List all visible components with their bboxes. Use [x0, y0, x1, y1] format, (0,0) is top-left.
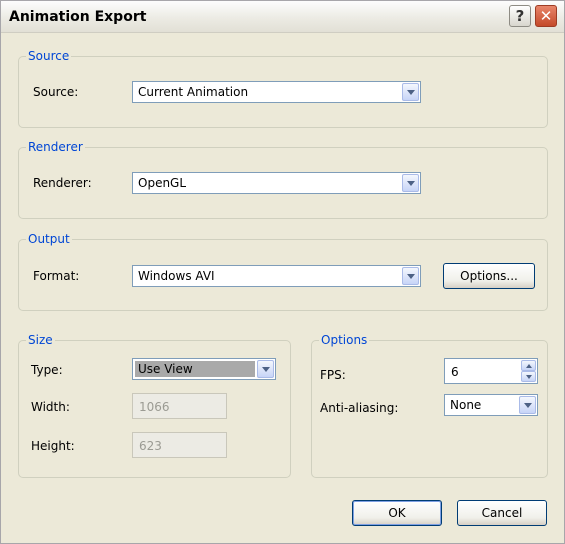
antialias-label: Anti-aliasing: [320, 401, 399, 415]
animation-export-dialog: Animation Export ? ✕ Source Source: Curr… [0, 0, 565, 544]
antialias-dropdown-button[interactable] [519, 396, 536, 414]
fps-spinner[interactable]: 6 [444, 358, 538, 384]
fps-increment-button[interactable] [521, 360, 536, 371]
chevron-down-icon [523, 402, 532, 408]
type-label: Type: [31, 363, 63, 377]
fps-decrement-button[interactable] [521, 371, 536, 382]
renderer-legend: Renderer [26, 140, 85, 154]
type-dropdown-button[interactable] [257, 360, 274, 378]
cancel-button[interactable]: Cancel [457, 500, 547, 526]
arrow-up-icon [525, 363, 532, 368]
size-legend: Size [26, 333, 55, 347]
source-select[interactable]: Current Animation [132, 81, 421, 103]
chevron-down-icon [406, 273, 415, 279]
height-value: 623 [139, 439, 162, 453]
format-select[interactable]: Windows AVI [132, 265, 421, 287]
antialias-select[interactable]: None [444, 394, 538, 416]
type-select[interactable]: Use View [132, 358, 276, 380]
source-label: Source: [33, 85, 79, 99]
question-icon: ? [515, 7, 525, 25]
source-select-value: Current Animation [138, 85, 249, 99]
renderer-select-value: OpenGL [138, 176, 187, 190]
options-legend: Options [319, 333, 370, 347]
renderer-label: Renderer: [33, 176, 92, 190]
source-legend: Source [26, 49, 72, 63]
width-input[interactable]: 1066 [132, 393, 227, 419]
ok-button[interactable]: OK [352, 500, 442, 526]
renderer-select[interactable]: OpenGL [132, 172, 421, 194]
output-options-button[interactable]: Options... [443, 263, 535, 289]
output-legend: Output [26, 232, 72, 246]
chevron-down-icon [406, 89, 415, 95]
chevron-down-icon [406, 180, 415, 186]
width-label: Width: [31, 400, 70, 414]
renderer-dropdown-button[interactable] [402, 174, 419, 192]
chevron-down-icon [261, 366, 270, 372]
width-value: 1066 [139, 400, 170, 414]
arrow-down-icon [525, 374, 532, 379]
height-label: Height: [31, 439, 75, 453]
type-select-value: Use View [138, 362, 193, 376]
source-dropdown-button[interactable] [402, 83, 419, 101]
title-bar[interactable]: Animation Export ? ✕ [1, 1, 564, 33]
dialog-title: Animation Export [9, 9, 147, 25]
height-input[interactable]: 623 [132, 432, 227, 458]
help-button[interactable]: ? [509, 5, 531, 27]
close-icon: ✕ [539, 7, 553, 25]
format-label: Format: [33, 269, 80, 283]
close-button[interactable]: ✕ [535, 5, 557, 27]
antialias-select-value: None [450, 398, 482, 412]
format-select-value: Windows AVI [138, 269, 215, 283]
fps-value: 6 [451, 365, 459, 379]
format-dropdown-button[interactable] [402, 267, 419, 285]
fps-label: FPS: [320, 368, 346, 382]
